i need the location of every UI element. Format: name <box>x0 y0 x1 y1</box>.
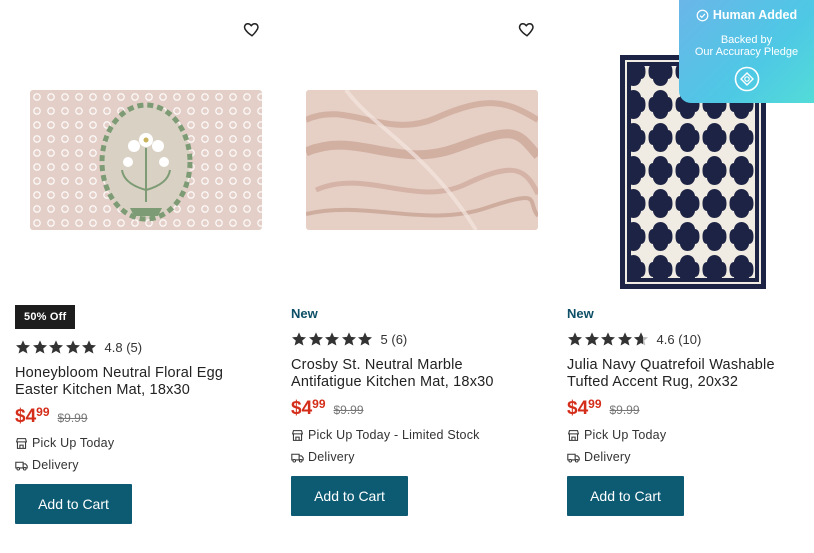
new-tag: New <box>567 306 594 321</box>
pledge-title: Human Added <box>712 8 798 22</box>
price: $4 99 $9.99 <box>567 397 640 420</box>
delivery-option: Delivery <box>15 458 79 472</box>
rating-count: (10) <box>678 331 702 347</box>
product-card[interactable]: New 5 (6) Crosby St. Neutral Marble Anti… <box>291 0 553 553</box>
truck-icon <box>291 453 304 463</box>
star-rating <box>567 331 650 347</box>
title-line: Crosby St. Neutral Marble <box>291 357 463 373</box>
star-icon <box>49 340 63 354</box>
add-to-cart-button[interactable]: Add to Cart <box>291 476 408 516</box>
star-icon <box>325 332 339 346</box>
product-card[interactable]: 50% Off 4.8 (5) Honeybloom Neutral Flora… <box>15 0 277 553</box>
store-icon <box>15 437 28 449</box>
original-price: $9.99 <box>57 411 88 425</box>
product-image[interactable] <box>15 60 277 260</box>
add-to-cart-button[interactable]: Add to Cart <box>15 484 132 524</box>
delivery-option: Delivery <box>567 450 631 464</box>
delivery-label: Delivery <box>308 450 355 464</box>
original-price: $9.99 <box>333 403 364 417</box>
favorite-heart-icon[interactable] <box>518 20 536 38</box>
sale-price-cents: 99 <box>312 397 326 411</box>
title-line: Antifatigue Kitchen Mat, 18x30 <box>291 374 494 390</box>
star-icon <box>308 332 323 346</box>
title-line: Julia Navy Quatrefoil Washable <box>567 357 775 373</box>
store-icon <box>567 429 580 441</box>
pledge-line: Backed by <box>720 34 773 46</box>
rating-value: 4.6 <box>656 331 675 347</box>
sale-price-cents: 99 <box>588 397 602 411</box>
star-icon <box>16 340 30 354</box>
star-icon <box>82 340 96 354</box>
check-circle-icon <box>696 9 709 21</box>
store-icon <box>291 429 304 441</box>
pickup-label: Pick Up Today - Limited Stock <box>308 428 480 442</box>
rating[interactable]: 4.8 (5) <box>15 339 142 355</box>
pledge-subtitle: Backed by Our Accuracy Pledge <box>679 34 814 58</box>
accuracy-pledge-badge: Human Added Backed by Our Accuracy Pledg… <box>679 0 814 103</box>
favorite-heart-icon[interactable] <box>243 20 261 38</box>
star-icon <box>341 332 356 346</box>
truck-icon <box>15 461 28 471</box>
star-icon <box>32 340 47 354</box>
truck-icon <box>567 453 580 463</box>
rating-value: 5 <box>380 331 388 347</box>
sale-price-dollars: $4 <box>15 406 37 427</box>
price: $4 99 $9.99 <box>291 397 364 420</box>
marble-mat-image <box>306 90 538 230</box>
sale-price-dollars: $4 <box>291 398 313 419</box>
floral-egg-mat-image <box>30 90 262 230</box>
rating-count: (6) <box>391 331 408 347</box>
original-price: $9.99 <box>609 403 640 417</box>
delivery-label: Delivery <box>584 450 631 464</box>
star-icon <box>358 332 372 346</box>
star-icon <box>65 340 80 354</box>
star-icon <box>292 332 306 346</box>
star-half-icon <box>634 332 648 346</box>
pickup-label: Pick Up Today <box>584 428 667 442</box>
rating[interactable]: 4.6 (10) <box>567 331 701 347</box>
product-image[interactable] <box>291 60 553 260</box>
title-line: Easter Kitchen Mat, 18x30 <box>15 382 191 398</box>
sale-price-cents: 99 <box>36 405 50 419</box>
star-rating <box>15 339 98 355</box>
pickup-label: Pick Up Today <box>32 436 115 450</box>
new-tag: New <box>291 306 318 321</box>
pickup-option: Pick Up Today <box>567 428 666 442</box>
star-rating <box>291 331 374 347</box>
discount-badge: 50% Off <box>15 305 76 329</box>
rating[interactable]: 5 (6) <box>291 331 407 347</box>
star-icon <box>617 332 632 346</box>
star-icon <box>568 332 582 346</box>
product-title[interactable]: Honeybloom Neutral Floral Egg Easter Kit… <box>15 365 265 399</box>
star-icon <box>584 332 599 346</box>
pledge-line: Our Accuracy Pledge <box>694 46 799 58</box>
rating-count: (5) <box>126 339 143 355</box>
product-title[interactable]: Crosby St. Neutral Marble Antifatigue Ki… <box>291 357 541 391</box>
product-title[interactable]: Julia Navy Quatrefoil Washable Tufted Ac… <box>567 357 814 391</box>
delivery-option: Delivery <box>291 450 355 464</box>
add-to-cart-button[interactable]: Add to Cart <box>567 476 684 516</box>
delivery-label: Delivery <box>32 458 79 472</box>
title-line: Tufted Accent Rug, 20x32 <box>567 374 739 390</box>
star-icon <box>601 332 615 346</box>
title-line: Honeybloom Neutral Floral Egg <box>15 365 224 381</box>
pickup-option: Pick Up Today <box>15 436 114 450</box>
sale-price-dollars: $4 <box>567 398 589 419</box>
rating-value: 4.8 <box>104 339 123 355</box>
pickup-option: Pick Up Today - Limited Stock <box>291 428 480 442</box>
seal-icon <box>734 66 760 92</box>
price: $4 99 $9.99 <box>15 405 88 428</box>
pledge-header: Human Added <box>679 8 814 22</box>
